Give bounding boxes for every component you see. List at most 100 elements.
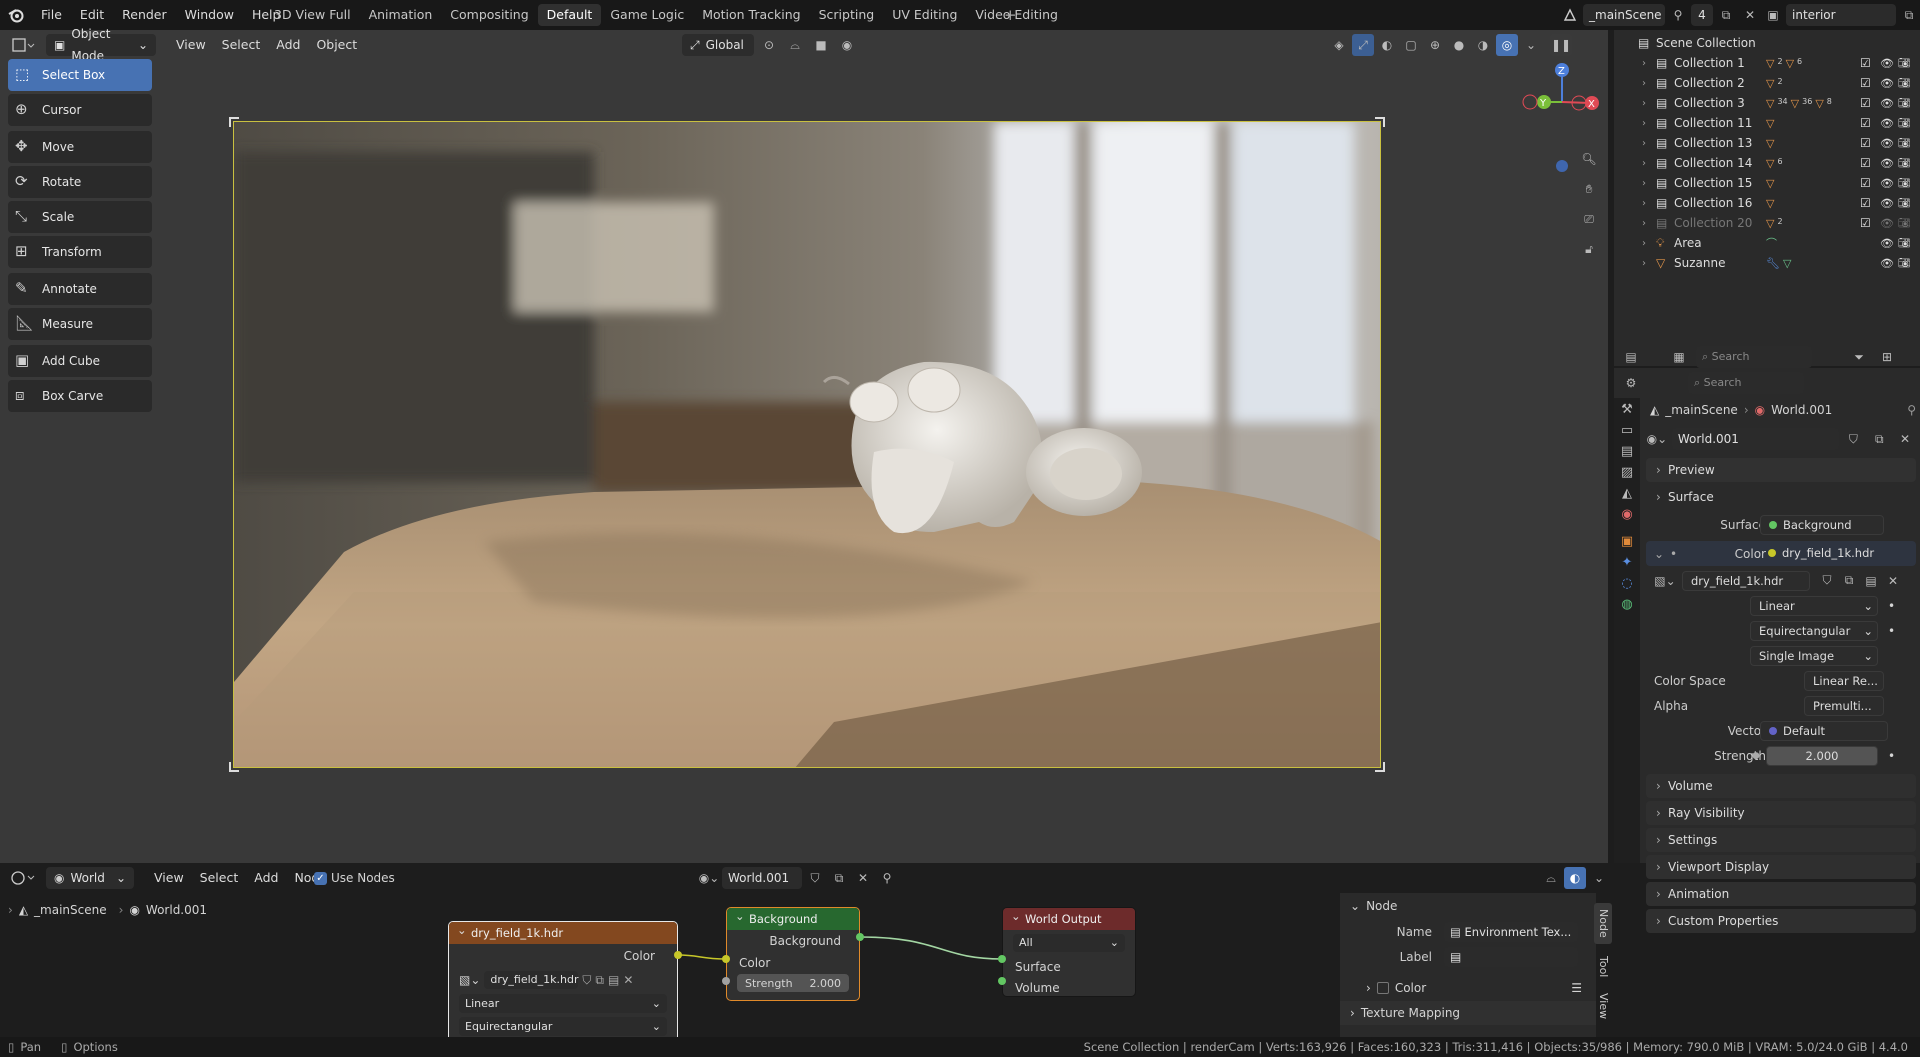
bg-strength-field[interactable]: Strength 2.000: [737, 974, 849, 992]
visibility-eye-icon[interactable]: 👁︎: [1880, 217, 1894, 230]
tool-cursor[interactable]: ⊕ Cursor: [8, 94, 152, 126]
color-texture-field[interactable]: dry_field_1k.hdr: [1760, 544, 1888, 564]
tab-default[interactable]: Default: [537, 4, 602, 26]
environment-texture-node[interactable]: dry_field_1k.hdr Color ▧⌄ dry_field_1k.h…: [448, 921, 678, 1043]
outliner-root[interactable]: ▤ Scene Collection: [1614, 33, 1920, 53]
physics-tab-icon[interactable]: ◍: [1621, 597, 1632, 612]
display-mode-icon[interactable]: ▦: [1668, 346, 1690, 368]
visibility-eye-icon[interactable]: 👁︎: [1880, 97, 1894, 110]
filter-icon[interactable]: ⏷: [1848, 346, 1870, 368]
view-layer-tab-icon[interactable]: ▨: [1621, 465, 1633, 480]
env-image-field[interactable]: dry_field_1k.hdr: [484, 971, 579, 989]
env-color-socket[interactable]: [674, 951, 682, 959]
strength-slider[interactable]: 2.000: [1766, 745, 1878, 766]
properties-editor-icon[interactable]: ⚙: [1620, 372, 1642, 394]
unlink-scene-icon[interactable]: ✕: [1739, 4, 1761, 26]
expand-chevron-icon[interactable]: ›: [1642, 178, 1646, 189]
expand-chevron-icon[interactable]: ›: [1642, 138, 1646, 149]
outliner-item[interactable]: › ▤ Collection 20 ▽ 2 ☑ 👁︎ 📷︎: [1614, 213, 1920, 233]
expand-chevron-icon[interactable]: ›: [1642, 198, 1646, 209]
render-camera-icon[interactable]: 📷︎: [1898, 118, 1911, 129]
tab-motion-tracking[interactable]: Motion Tracking: [693, 4, 809, 26]
exclude-checkbox-icon[interactable]: ☑: [1860, 196, 1871, 210]
snap-icon[interactable]: ⌓: [784, 34, 806, 56]
expand-chevron-icon[interactable]: ›: [1642, 58, 1646, 69]
shading-options-icon[interactable]: ⌄: [1520, 34, 1542, 56]
tool-scale[interactable]: ⤡ Scale: [8, 201, 152, 233]
tool-select-box[interactable]: ⬚ Select Box: [8, 59, 152, 91]
duplicate-image-icon[interactable]: ⧉: [1838, 570, 1860, 592]
panel-settings[interactable]: Settings: [1646, 828, 1916, 852]
list-icon[interactable]: ☰: [1571, 981, 1582, 995]
viewport-menu-select[interactable]: Select: [214, 34, 269, 56]
particles-tab-icon[interactable]: ◌: [1621, 576, 1632, 591]
outliner-item[interactable]: › ▤ Collection 1 ▽ 2 ▽ 6 ☑ 👁︎ 📷︎: [1614, 53, 1920, 73]
rendered-shading-icon[interactable]: ◎: [1496, 34, 1518, 56]
fake-user-icon[interactable]: ⛉: [582, 973, 591, 988]
sidebar-tab-view[interactable]: View: [1594, 989, 1612, 1023]
node-section-header[interactable]: ⌄ Node: [1340, 893, 1596, 919]
panel-viewport-display[interactable]: Viewport Display: [1646, 855, 1916, 879]
exclude-checkbox-icon[interactable]: ☑: [1860, 156, 1871, 170]
tool-tab-icon[interactable]: ⚒: [1621, 402, 1633, 417]
panel-preview[interactable]: Preview: [1646, 458, 1916, 482]
outliner-item[interactable]: › ▤ Collection 15 ▽ ☑ 👁︎ 📷︎: [1614, 173, 1920, 193]
surface-shader-field[interactable]: Background: [1760, 514, 1884, 535]
image-browse-icon[interactable]: ▧⌄: [1654, 570, 1676, 592]
render-camera-icon[interactable]: 📷︎: [1898, 258, 1911, 269]
exclude-checkbox-icon[interactable]: ☑: [1860, 136, 1871, 150]
outliner-item[interactable]: › ▽ Suzanne 🔧︎ ▽ 👁︎ 📷︎: [1614, 253, 1920, 273]
background-node[interactable]: Background Background Color Strength 2.0…: [726, 907, 860, 1001]
sidebar-tab-tool[interactable]: Tool: [1594, 952, 1612, 981]
bg-output-socket[interactable]: [856, 933, 864, 941]
alpha-dropdown[interactable]: Premulti...: [1804, 695, 1884, 716]
tool-transform[interactable]: ⊞ Transform: [8, 236, 152, 268]
viewport-menu-object[interactable]: Object: [308, 34, 365, 56]
3d-viewport[interactable]: ▣ Object Mode ⌄ View Select Add Object ⤢ Glo…: [0, 27, 1608, 863]
image-browse-icon[interactable]: ▧⌄: [459, 973, 480, 987]
exclude-checkbox-icon[interactable]: ☑: [1860, 116, 1871, 130]
render-camera-icon[interactable]: 📷︎: [1898, 198, 1911, 209]
panel-animation[interactable]: Animation: [1646, 882, 1916, 906]
viewport-menu-view[interactable]: View: [168, 34, 214, 56]
render-camera-icon[interactable]: 📷︎: [1898, 78, 1911, 89]
open-image-icon[interactable]: ▤: [608, 973, 619, 987]
duplicate-layer-icon[interactable]: ⧉: [1898, 4, 1920, 26]
expand-chevron-icon[interactable]: ›: [1642, 258, 1646, 269]
node-name-field[interactable]: ▤ Environment Tex...: [1444, 921, 1578, 942]
output-tab-icon[interactable]: ▤: [1621, 444, 1633, 459]
visibility-eye-icon[interactable]: 👁︎: [1880, 77, 1894, 90]
open-image-icon[interactable]: ▤: [1860, 570, 1882, 592]
visibility-eye-icon[interactable]: 👁︎: [1880, 137, 1894, 150]
unlink-image-icon[interactable]: ✕: [623, 973, 633, 987]
world-output-node[interactable]: World Output All⌄ Surface Volume: [1002, 907, 1136, 997]
panel-ray-visibility[interactable]: Ray Visibility: [1646, 801, 1916, 825]
render-camera-icon[interactable]: 📷︎: [1898, 178, 1911, 189]
sidebar-tab-node[interactable]: Node: [1594, 903, 1612, 944]
add-workspace-button[interactable]: +: [1004, 6, 1017, 24]
color-space-dropdown[interactable]: Linear Re...: [1804, 670, 1884, 691]
render-camera-icon[interactable]: 📷︎: [1898, 158, 1911, 169]
scene-users-count[interactable]: 4: [1691, 4, 1713, 26]
tool-annotate[interactable]: ✎ Annotate: [8, 273, 152, 305]
out-node-title[interactable]: World Output: [1003, 908, 1135, 930]
scene-name-field[interactable]: _mainScene: [1583, 4, 1665, 26]
checkbox-icon[interactable]: [1376, 982, 1389, 994]
menu-file[interactable]: File: [32, 0, 71, 30]
blender-logo-icon[interactable]: [8, 7, 24, 23]
node-color-row[interactable]: › Color ☰: [1340, 975, 1596, 1001]
duplicate-scene-icon[interactable]: ⧉: [1715, 4, 1737, 26]
overlay-options-icon[interactable]: ⌄: [1588, 867, 1610, 889]
tool-move[interactable]: ✥ Move: [8, 131, 152, 163]
menu-window[interactable]: Window: [176, 0, 243, 30]
out-volume-socket[interactable]: [998, 977, 1006, 985]
panel-custom-properties[interactable]: Custom Properties: [1646, 909, 1916, 933]
visibility-eye-icon[interactable]: 👁︎: [1880, 57, 1894, 70]
camera-view-icon[interactable]: ⎚: [1578, 208, 1600, 230]
view-layer-field[interactable]: interior: [1786, 4, 1896, 26]
panel-surface[interactable]: Surface: [1646, 485, 1916, 509]
world-browse-icon[interactable]: ◉⌄: [1646, 428, 1668, 450]
zoom-icon[interactable]: 🔍︎: [1578, 148, 1600, 170]
outliner-item[interactable]: › ▤ Collection 11 ▽ ☑ 👁︎ 📷︎: [1614, 113, 1920, 133]
mode-dropdown[interactable]: ▣ Object Mode ⌄: [46, 27, 156, 63]
